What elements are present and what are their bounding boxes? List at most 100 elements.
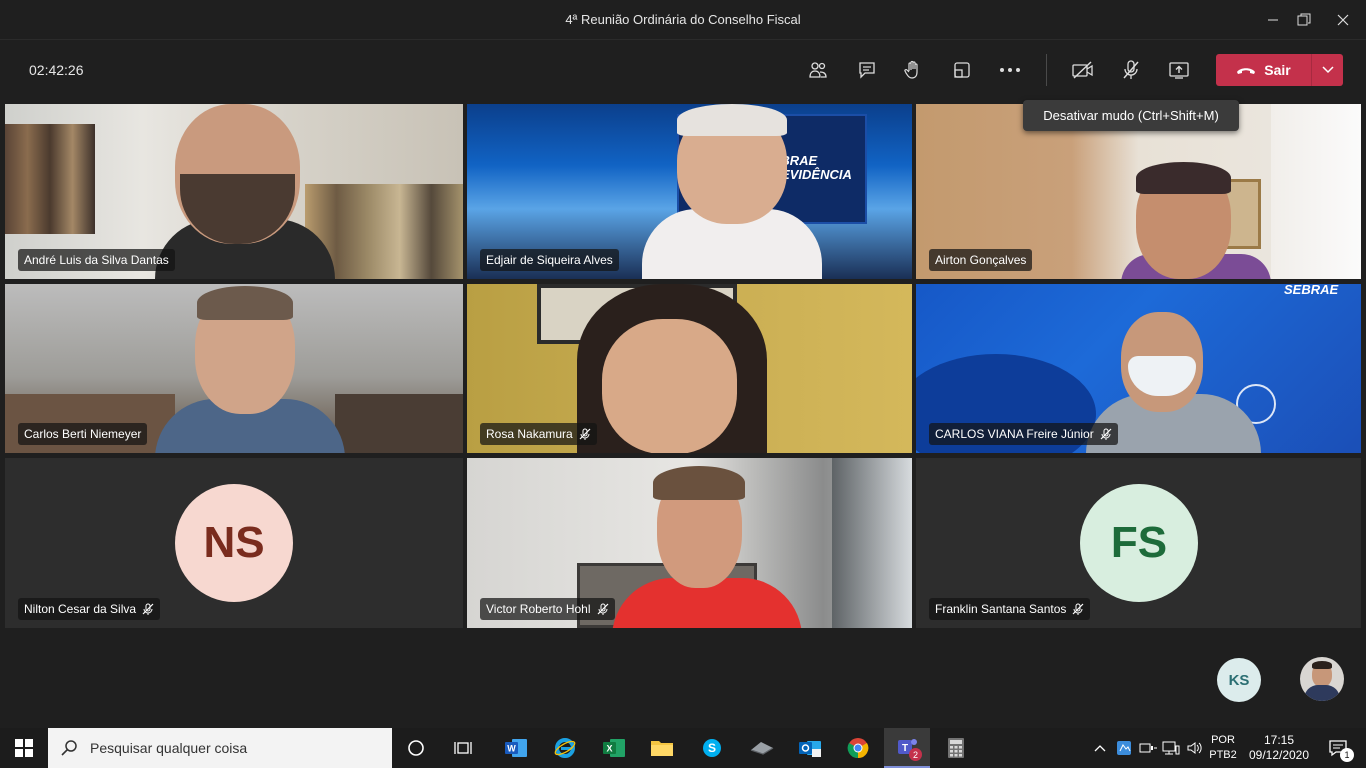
meeting-timer: 02:42:26: [29, 62, 84, 78]
search-icon: [61, 740, 77, 756]
participant-tile[interactable]: SEBRAE CARLOS VIANA Freire Júnior: [916, 284, 1361, 453]
participant-name: Airton Gonçalves: [935, 253, 1027, 267]
close-window-button[interactable]: [1320, 0, 1366, 40]
participant-name: Nilton Cesar da Silva: [24, 602, 137, 616]
window-title: 4ª Reunião Ordinária do Conselho Fiscal: [565, 12, 801, 27]
excel-app[interactable]: X: [592, 728, 636, 768]
share-screen-button[interactable]: [1164, 56, 1194, 84]
microphone-muted-icon: [1123, 60, 1139, 79]
chevron-up-icon: [1094, 745, 1106, 752]
system-clock[interactable]: 17:15 09/12/2020: [1248, 733, 1310, 763]
tray-app-icon[interactable]: [1113, 728, 1135, 768]
calculator-icon: [948, 738, 964, 758]
network-tray-icon[interactable]: [1160, 728, 1182, 768]
teams-badge: 2: [909, 748, 922, 761]
calculator-app[interactable]: [934, 728, 978, 768]
action-center-button[interactable]: 1: [1318, 728, 1358, 768]
clock-time: 17:15: [1263, 733, 1295, 747]
close-icon: [1337, 14, 1349, 26]
chevron-down-icon: [1321, 66, 1334, 74]
notification-count-badge: 1: [1340, 748, 1354, 762]
svg-text:W: W: [507, 744, 516, 754]
excel-icon: X: [603, 739, 625, 757]
hang-up-icon: [1237, 68, 1256, 74]
participant-tile[interactable]: André Luis da Silva Dantas: [5, 104, 463, 279]
participant-name: Edjair de Siqueira Alves: [486, 253, 613, 267]
muted-mic-icon: [142, 603, 154, 615]
microphone-toggle-button[interactable]: [1116, 56, 1146, 84]
participant-name: CARLOS VIANA Freire Júnior: [935, 427, 1094, 441]
participants-button[interactable]: [803, 56, 833, 84]
outlook-app[interactable]: [788, 728, 832, 768]
camera-toggle-button[interactable]: [1068, 56, 1098, 84]
participant-name-label: Airton Gonçalves: [929, 249, 1033, 271]
battery-plug-icon: [1139, 743, 1157, 753]
search-placeholder: Pesquisar qualquer coisa: [90, 740, 248, 756]
word-icon: W: [505, 739, 527, 757]
more-actions-button[interactable]: [995, 56, 1025, 84]
input-language-indicator[interactable]: POR PTB2: [1208, 733, 1238, 763]
participant-name-label: Rosa Nakamura: [480, 423, 597, 445]
sebrae-corner-logo: SEBRAE: [1284, 284, 1339, 297]
power-tray-icon[interactable]: [1137, 728, 1159, 768]
participant-tile[interactable]: NS Nilton Cesar da Silva: [5, 458, 463, 628]
participant-name: André Luis da Silva Dantas: [24, 253, 169, 267]
cortana-button[interactable]: [396, 728, 436, 768]
volume-tray-icon[interactable]: [1184, 728, 1206, 768]
participant-tile[interactable]: FS Franklin Santana Santos: [916, 458, 1361, 628]
camera-off-icon: [1072, 61, 1093, 79]
internet-explorer-icon: [554, 738, 576, 758]
restore-icon: [1297, 13, 1311, 26]
internet-explorer-app[interactable]: [543, 728, 587, 768]
participant-name-label: Carlos Berti Niemeyer: [18, 423, 148, 445]
participant-tile[interactable]: Carlos Berti Niemeyer: [5, 284, 463, 453]
meeting-toolbar: 02:42:26 Sair: [0, 40, 1366, 100]
share-screen-icon: [1169, 62, 1189, 79]
svg-text:T: T: [902, 743, 908, 754]
participant-name-label: Franklin Santana Santos: [929, 598, 1091, 620]
file-explorer-app[interactable]: [640, 728, 684, 768]
leave-call-button[interactable]: Sair: [1216, 54, 1343, 86]
participant-tile[interactable]: SEBRAE PREVIDÊNCIA Edjair de Siqueira Al…: [467, 104, 912, 279]
leave-options-button[interactable]: [1311, 54, 1343, 86]
windows-logo-icon: [15, 739, 33, 757]
chat-icon: [859, 62, 875, 79]
unmute-tooltip: Desativar mudo (Ctrl+Shift+M): [1023, 100, 1239, 131]
outlook-icon: [799, 741, 821, 757]
self-video-avatar[interactable]: [1300, 657, 1344, 701]
people-icon: [809, 62, 827, 78]
show-hidden-icons-button[interactable]: [1090, 728, 1110, 768]
hand-icon: [904, 60, 918, 79]
word-app[interactable]: W: [494, 728, 538, 768]
chrome-app[interactable]: [836, 728, 880, 768]
participant-name-label: Edjair de Siqueira Alves: [480, 249, 619, 271]
leave-main[interactable]: Sair: [1216, 54, 1311, 86]
chat-button[interactable]: [852, 56, 882, 84]
participant-name: Rosa Nakamura: [486, 427, 573, 441]
participant-avatar-ks[interactable]: KS: [1217, 658, 1261, 702]
start-button[interactable]: [0, 728, 48, 768]
participant-name-label: Nilton Cesar da Silva: [18, 598, 161, 620]
participant-tile[interactable]: Rosa Nakamura: [467, 284, 912, 453]
muted-mic-icon: [597, 603, 608, 615]
participant-tile[interactable]: Victor Roberto Hohl: [467, 458, 912, 628]
teams-app[interactable]: T 2: [884, 728, 930, 768]
taskbar-search-box[interactable]: Pesquisar qualquer coisa: [48, 728, 392, 768]
breakout-rooms-button[interactable]: [947, 56, 977, 84]
participant-name-label: André Luis da Silva Dantas: [18, 249, 175, 271]
windows-taskbar: Pesquisar qualquer coisa W X S T 2 POR P…: [0, 728, 1366, 768]
skype-icon: S: [703, 739, 721, 757]
speaker-icon: [1187, 742, 1202, 754]
participant-avatar: FS: [1080, 484, 1198, 602]
chrome-icon: [847, 738, 869, 759]
more-icon: [1000, 68, 1020, 72]
scanner-app[interactable]: [740, 728, 784, 768]
task-view-button[interactable]: [443, 728, 483, 768]
participant-name: Franklin Santana Santos: [935, 602, 1067, 616]
cortana-icon: [408, 740, 424, 756]
raise-hand-button[interactable]: [898, 56, 928, 84]
skype-app[interactable]: S: [690, 728, 734, 768]
tray-app-icon-graphic: [1117, 741, 1131, 755]
muted-mic-icon: [1100, 428, 1112, 440]
participant-name-label: CARLOS VIANA Freire Júnior: [929, 423, 1118, 445]
